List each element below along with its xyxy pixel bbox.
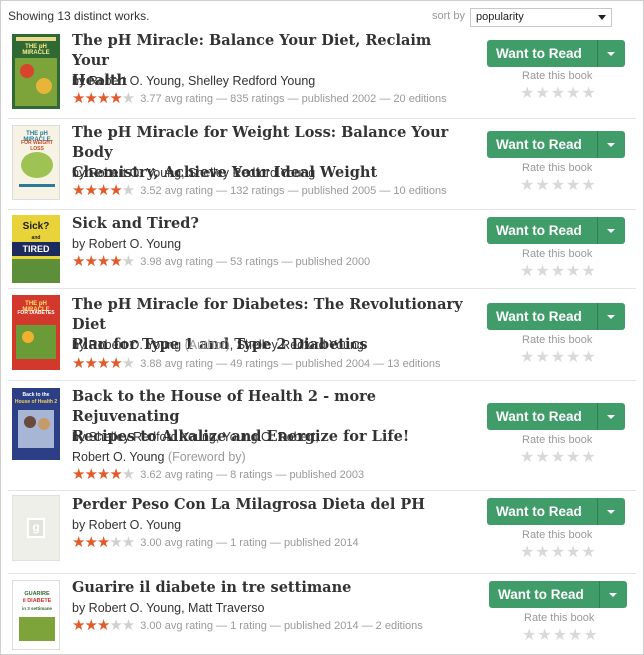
- dropdown-arrow-icon[interactable]: [607, 52, 615, 56]
- book-cover[interactable]: g: [12, 495, 60, 561]
- dropdown-arrow-icon[interactable]: [607, 229, 615, 233]
- book-cover[interactable]: GUARIRE il DIABETE in 3 settimane: [12, 580, 60, 650]
- star-rating-icon: ★★★★★: [72, 534, 135, 551]
- star-rating-icon: ★★★★★: [72, 355, 135, 372]
- book-rating-info: ★★★★★ 3.88 avg rating — 49 ratings — publ…: [72, 355, 441, 372]
- star-rating-icon: ★★★★★: [72, 90, 135, 107]
- book-cover[interactable]: THE pH MIRACLE FOR DIABETES: [12, 295, 60, 370]
- rate-this-book-label: Rate this book: [522, 334, 593, 346]
- want-to-read-button[interactable]: Want to Read: [487, 217, 625, 244]
- book-authors[interactable]: by Robert O. Young: [72, 234, 472, 254]
- star-rating-icon: ★★★★★: [72, 182, 135, 199]
- results-header: Showing 13 distinct works. sort by popul…: [8, 8, 636, 30]
- want-to-read-button[interactable]: Want to Read: [489, 581, 627, 608]
- book-row: THE pH MIRACLE The pH Miracle: Balance Y…: [8, 30, 636, 118]
- rate-stars[interactable]: ★★★★★: [520, 178, 597, 194]
- book-cover[interactable]: THE pH MIRACLE: [12, 34, 60, 109]
- book-authors[interactable]: by Robert O. Young, Shelley Redford Youn…: [72, 163, 472, 183]
- want-to-read-button[interactable]: Want to Read: [487, 498, 625, 525]
- book-row: THE pH MIRACLE FOR DIABETES The pH Mirac…: [8, 288, 636, 380]
- want-to-read-button[interactable]: Want to Read: [487, 40, 625, 67]
- dropdown-arrow-icon[interactable]: [609, 593, 617, 597]
- rate-stars[interactable]: ★★★★★: [520, 545, 597, 561]
- book-row: g Perder Peso Con La Milagrosa Dieta del…: [8, 490, 636, 573]
- book-authors[interactable]: by Shelley Redford Young, Young O. Rober…: [72, 427, 472, 467]
- book-authors[interactable]: by Robert O. Young (Author), Shelley Red…: [72, 335, 472, 355]
- rate-stars[interactable]: ★★★★★: [522, 628, 599, 644]
- book-title-link[interactable]: Perder Peso Con La Milagrosa Dieta del P…: [72, 495, 472, 515]
- book-rating-info: ★★★★★ 3.62 avg rating — 8 ratings — publi…: [72, 466, 365, 483]
- book-rating-info: ★★★★★ 3.77 avg rating — 835 ratings — pub…: [72, 90, 447, 107]
- book-authors[interactable]: by Robert O. Young, Matt Traverso: [72, 598, 472, 618]
- book-row: Sick? and TIRED Sick and Tired? by Rober…: [8, 209, 636, 288]
- dropdown-arrow-icon[interactable]: [607, 415, 615, 419]
- sort-select[interactable]: popularity: [470, 8, 612, 27]
- rate-this-book-label: Rate this book: [522, 162, 593, 174]
- book-row: GUARIRE il DIABETE in 3 settimane Guarir…: [8, 573, 636, 653]
- rate-this-book-label: Rate this book: [524, 612, 595, 624]
- rate-this-book-label: Rate this book: [522, 529, 593, 541]
- sort-label: sort by: [432, 10, 466, 22]
- star-rating-icon: ★★★★★: [72, 617, 135, 634]
- book-row: THE pH MIRACLE FOR WEIGHT LOSS The pH Mi…: [8, 118, 636, 209]
- want-to-read-button[interactable]: Want to Read: [487, 131, 625, 158]
- book-cover[interactable]: Sick? and TIRED: [12, 215, 60, 283]
- dropdown-arrow-icon[interactable]: [607, 510, 615, 514]
- rate-this-book-label: Rate this book: [522, 70, 593, 82]
- star-rating-icon: ★★★★★: [72, 253, 135, 270]
- rate-this-book-label: Rate this book: [522, 434, 593, 446]
- rate-stars[interactable]: ★★★★★: [520, 264, 597, 280]
- book-title-link[interactable]: Sick and Tired?: [72, 214, 472, 234]
- rate-stars[interactable]: ★★★★★: [520, 86, 597, 102]
- results-count: Showing 13 distinct works.: [8, 9, 150, 23]
- book-cover[interactable]: THE pH MIRACLE FOR WEIGHT LOSS: [12, 125, 60, 200]
- rate-stars[interactable]: ★★★★★: [520, 450, 597, 466]
- book-title-link[interactable]: Guarire il diabete in tre settimane: [72, 578, 472, 598]
- book-rating-info: ★★★★★ 3.52 avg rating — 132 ratings — pub…: [72, 182, 447, 199]
- book-rating-info: ★★★★★ 3.00 avg rating — 1 rating — publis…: [72, 534, 359, 551]
- chevron-down-icon: [598, 15, 606, 20]
- book-authors[interactable]: by Robert O. Young: [72, 515, 472, 535]
- book-rating-info: ★★★★★ 3.00 avg rating — 1 rating — publis…: [72, 617, 423, 634]
- book-authors[interactable]: by Robert O. Young, Shelley Redford Youn…: [72, 71, 472, 91]
- book-row: Back to the House of Health 2 Back to th…: [8, 380, 636, 490]
- book-rating-info: ★★★★★ 3.98 avg rating — 53 ratings — publ…: [72, 253, 371, 270]
- star-rating-icon: ★★★★★: [72, 466, 135, 483]
- want-to-read-button[interactable]: Want to Read: [487, 403, 625, 430]
- dropdown-arrow-icon[interactable]: [607, 143, 615, 147]
- sort-value: popularity: [476, 11, 524, 23]
- want-to-read-button[interactable]: Want to Read: [487, 303, 625, 330]
- rate-this-book-label: Rate this book: [522, 248, 593, 260]
- book-cover[interactable]: Back to the House of Health 2: [12, 388, 60, 460]
- dropdown-arrow-icon[interactable]: [607, 315, 615, 319]
- rate-stars[interactable]: ★★★★★: [520, 350, 597, 366]
